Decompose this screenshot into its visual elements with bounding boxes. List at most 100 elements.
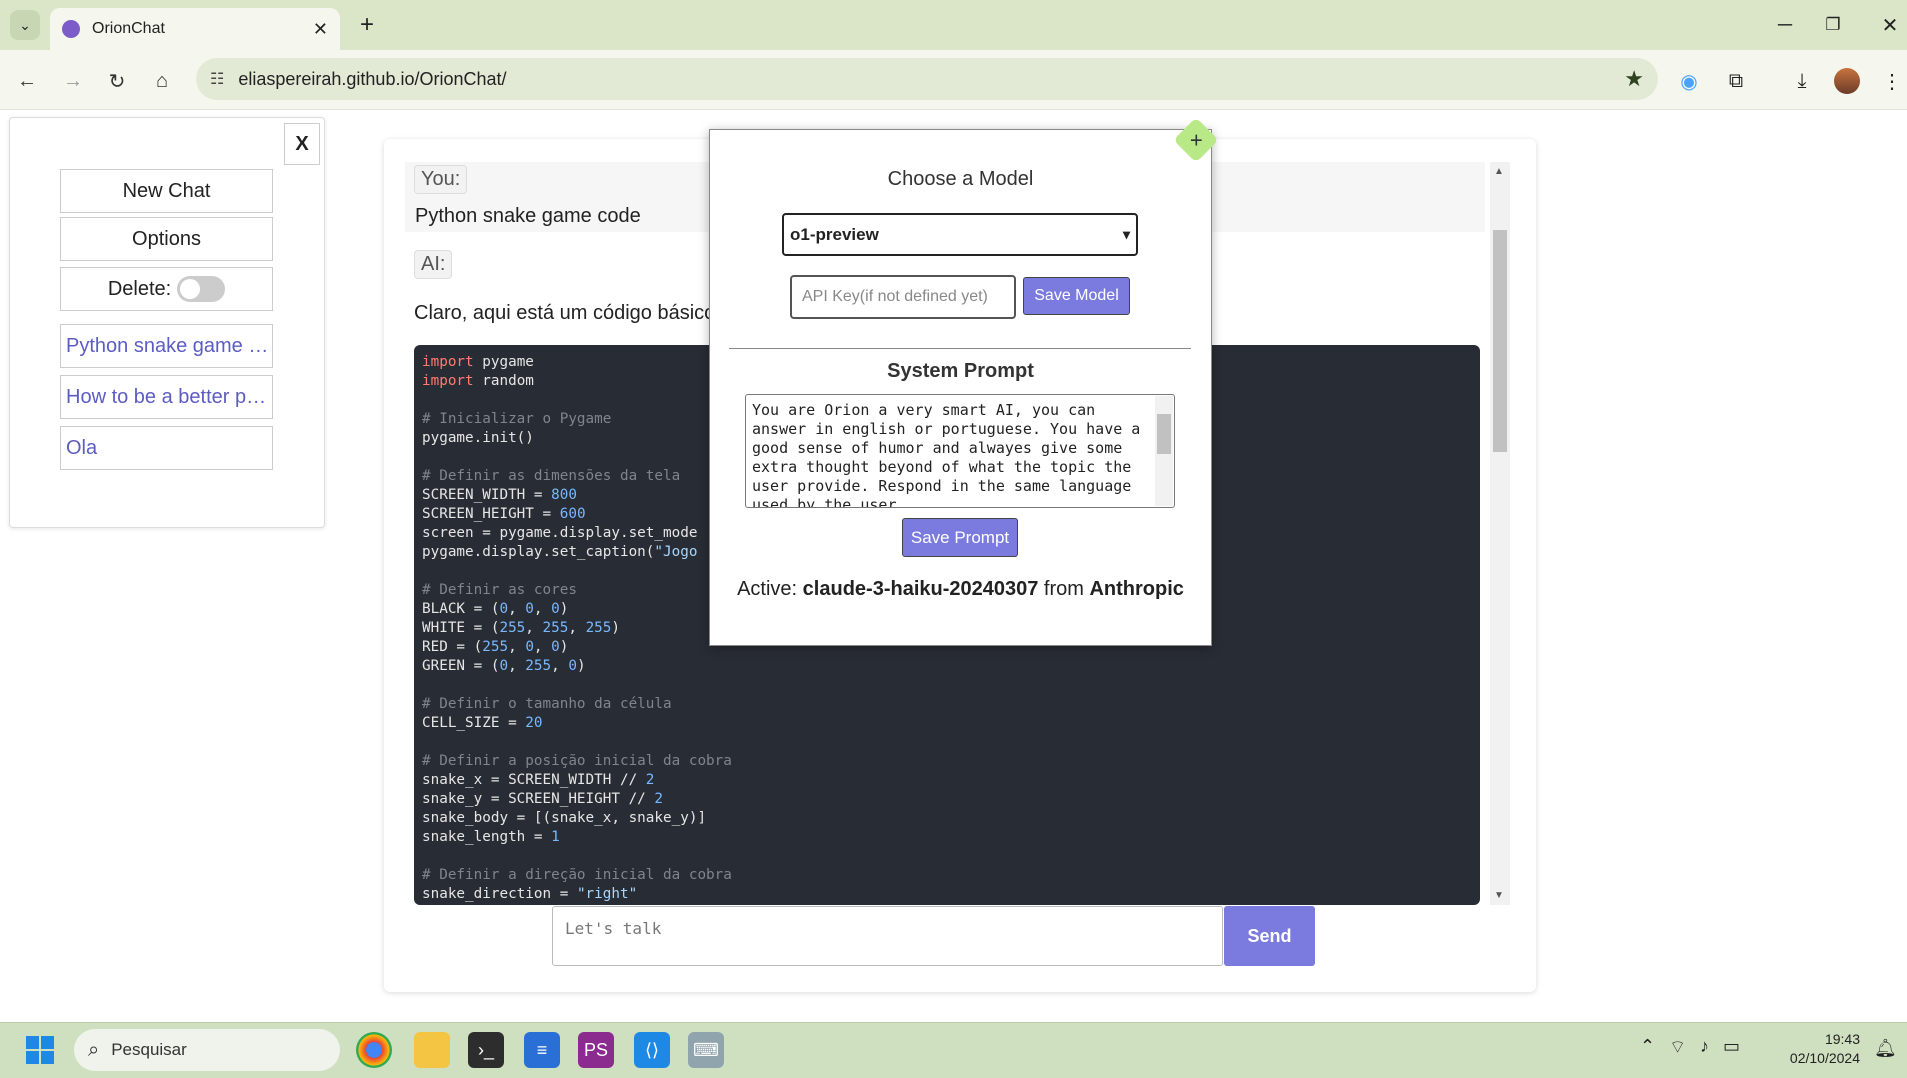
vscode-icon[interactable]: ⟨⟩: [634, 1032, 670, 1068]
save-prompt-button[interactable]: Save Prompt: [902, 518, 1018, 557]
chrome-app-icon[interactable]: [356, 1032, 392, 1068]
browser-tab[interactable]: OrionChat ✕: [50, 8, 340, 50]
code-token: # Definir as dimensões da tela: [422, 468, 681, 484]
code-token: RED = (: [422, 639, 483, 655]
sidebar-close-button[interactable]: X: [284, 123, 320, 165]
code-token: 0: [499, 601, 509, 617]
clock-time: 19:43: [1824, 1031, 1860, 1047]
battery-icon[interactable]: ▭: [1723, 1036, 1740, 1059]
code-token: SCREEN_HEIGHT =: [422, 506, 560, 522]
phpstorm-icon[interactable]: PS: [578, 1032, 614, 1068]
code-token: ,: [533, 601, 552, 617]
code-token: import: [422, 373, 474, 389]
tab-close-icon[interactable]: ✕: [313, 19, 328, 40]
close-window-button[interactable]: ✕: [1870, 8, 1907, 42]
profile-avatar[interactable]: [1830, 64, 1864, 98]
volume-icon[interactable]: ♪: [1700, 1036, 1709, 1059]
forward-arrow-icon[interactable]: →: [58, 66, 88, 96]
active-prefix: Active:: [737, 578, 798, 600]
save-model-button[interactable]: Save Model: [1023, 277, 1130, 315]
windows-start-icon[interactable]: [26, 1036, 54, 1064]
model-select[interactable]: o1-preview ▾: [782, 213, 1138, 256]
clock-date: 02/10/2024: [1789, 1050, 1860, 1066]
code-token: 255: [499, 620, 526, 636]
address-bar[interactable]: ☷ eliaspereirah.github.io/OrionChat/ ★: [196, 58, 1658, 100]
clock[interactable]: 19:43 02/10/2024: [1770, 1030, 1860, 1068]
prompt-scrollbar[interactable]: [1155, 396, 1173, 506]
code-line: # Definir a posição inicial da cobra: [422, 752, 1472, 771]
code-token: ,: [508, 658, 526, 674]
reload-icon[interactable]: ↻: [102, 66, 132, 96]
app-icon[interactable]: ⌨: [688, 1032, 724, 1068]
back-arrow-icon[interactable]: ←: [12, 66, 42, 96]
code-token: ,: [568, 620, 586, 636]
code-token: ,: [551, 658, 569, 674]
chat-scrollbar[interactable]: ▲ ▼: [1490, 162, 1510, 905]
code-token: CELL_SIZE =: [422, 715, 526, 731]
bookmark-star-icon[interactable]: ★: [1624, 66, 1644, 92]
code-token: 255: [542, 620, 569, 636]
code-token: 2: [654, 791, 664, 807]
code-token: ,: [508, 639, 526, 655]
code-token: snake_body = [(snake_x, snake_y)]: [422, 810, 707, 826]
wifi-icon[interactable]: ⌔: [1669, 1036, 1686, 1059]
you-tag: You:: [414, 165, 468, 194]
code-token: SCREEN_WIDTH =: [422, 487, 552, 503]
chevron-up-icon[interactable]: ⌃: [1640, 1036, 1655, 1059]
options-button[interactable]: Options: [60, 217, 273, 261]
file-explorer-icon[interactable]: [414, 1032, 450, 1068]
code-token: BLACK = (: [422, 601, 500, 617]
code-line: snake_body = [(snake_x, snake_y)]: [422, 809, 1472, 828]
system-prompt-textarea[interactable]: You are Orion a very smart AI, you can a…: [745, 394, 1175, 508]
browser-menu-icon[interactable]: ⋮: [1875, 64, 1907, 98]
code-token: ): [576, 658, 586, 674]
code-line: GREEN = (0, 255, 0): [422, 657, 1472, 676]
terminal-icon[interactable]: ›_: [468, 1032, 504, 1068]
code-token: # Inicializar o Pygame: [422, 411, 612, 427]
code-token: 0: [525, 639, 534, 655]
notepad-icon[interactable]: ≡: [524, 1032, 560, 1068]
extensions-puzzle-icon[interactable]: ⧉: [1719, 64, 1753, 98]
code-line: CELL_SIZE = 20: [422, 714, 1472, 733]
minimize-window-button[interactable]: ─: [1765, 8, 1805, 42]
code-token: snake_direction =: [422, 886, 577, 902]
tab-search-icon[interactable]: ⌄: [10, 10, 40, 40]
site-settings-icon[interactable]: ☷: [210, 69, 224, 89]
new-chat-button[interactable]: New Chat: [60, 169, 273, 213]
restore-window-button[interactable]: ❐: [1813, 8, 1853, 42]
chat-input[interactable]: Let's talk: [552, 906, 1223, 966]
active-model-name: claude-3-haiku-20240307: [802, 578, 1039, 600]
history-item[interactable]: How to be a better p…: [60, 375, 273, 419]
download-icon[interactable]: ⤓: [1785, 64, 1819, 98]
code-token: 0: [568, 658, 577, 674]
code-token: pygame.init(): [422, 430, 534, 446]
url-text: eliaspereirah.github.io/OrionChat/: [238, 68, 507, 89]
scroll-thumb[interactable]: [1493, 230, 1507, 452]
extension-icon[interactable]: ◉: [1672, 64, 1706, 98]
new-tab-button[interactable]: +: [352, 10, 382, 40]
scroll-up-icon[interactable]: ▲: [1494, 166, 1504, 177]
code-token: snake_x = SCREEN_WIDTH //: [422, 772, 646, 788]
send-button[interactable]: Send: [1224, 906, 1315, 966]
code-token: 255: [585, 620, 612, 636]
code-token: "right": [576, 886, 638, 902]
scroll-down-icon[interactable]: ▼: [1494, 890, 1504, 901]
code-token: ,: [533, 639, 552, 655]
code-token: ): [559, 601, 569, 617]
taskbar-search-label: Pesquisar: [111, 1040, 187, 1059]
taskbar-search[interactable]: ⌕ Pesquisar: [74, 1029, 340, 1071]
api-key-input[interactable]: API Key(if not defined yet): [790, 275, 1016, 319]
delete-toggle[interactable]: [177, 276, 226, 302]
code-token: ): [559, 639, 569, 655]
notification-bell-icon[interactable]: 🔔︎: [1874, 1038, 1897, 1059]
search-icon: ⌕: [88, 1038, 100, 1061]
code-token: ,: [525, 620, 543, 636]
history-item[interactable]: Python snake game …: [60, 324, 273, 368]
code-token: "Jogo: [654, 544, 698, 560]
history-item[interactable]: Ola: [60, 426, 273, 470]
code-token: ): [611, 620, 620, 636]
system-tray: ⌃ ⌔ ♪ ▭: [1640, 1036, 1740, 1059]
home-icon[interactable]: ⌂: [147, 66, 177, 96]
